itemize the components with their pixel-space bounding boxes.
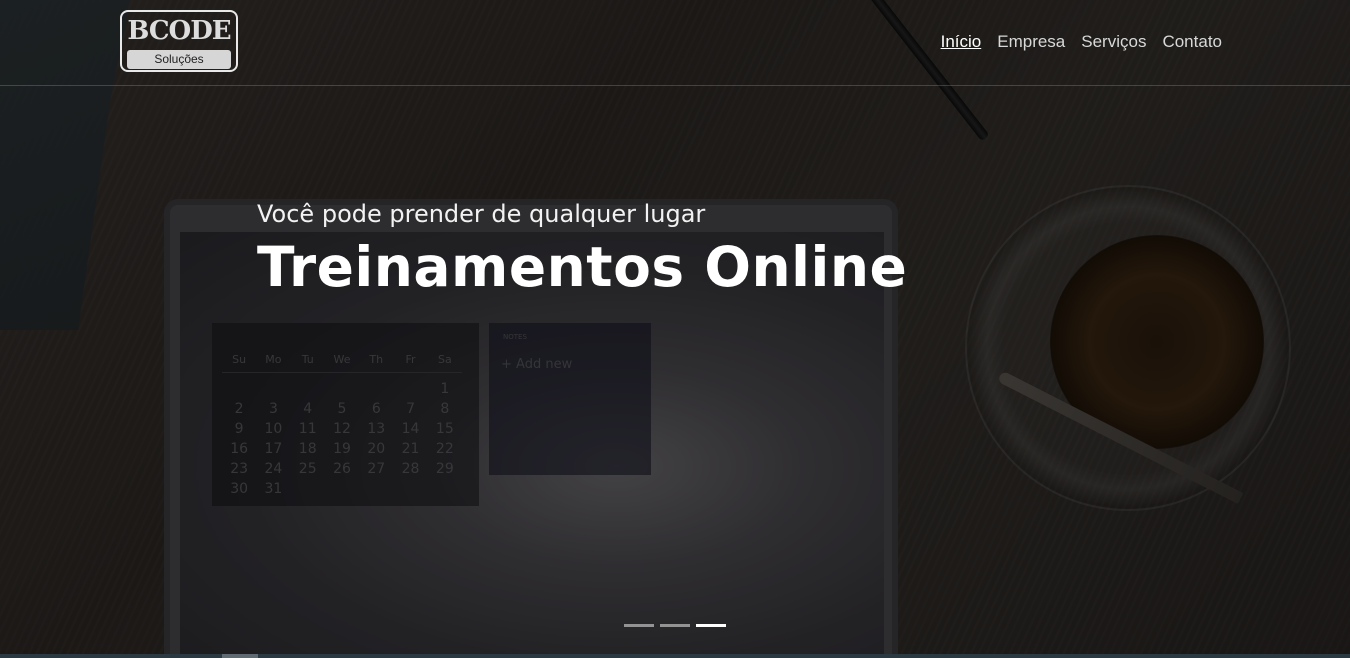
dark-overlay xyxy=(0,0,1350,658)
site-header: BCODE Soluções Início Empresa Serviços C… xyxy=(0,0,1350,86)
carousel-indicator-2[interactable] xyxy=(660,624,690,627)
carousel-indicator-1[interactable] xyxy=(624,624,654,627)
nav-item-servicos[interactable]: Serviços xyxy=(1081,32,1146,52)
hero-title: Treinamentos Online xyxy=(257,235,908,299)
logo-subtitle: Soluções xyxy=(127,50,231,69)
brand-logo[interactable]: BCODE Soluções xyxy=(120,10,238,72)
hero-caption: Você pode prender de qualquer lugar Trei… xyxy=(257,196,907,302)
main-nav: Início Empresa Serviços Contato xyxy=(941,32,1222,52)
horizontal-scrollbar[interactable] xyxy=(0,654,1350,658)
nav-item-contato[interactable]: Contato xyxy=(1162,32,1222,52)
nav-item-empresa[interactable]: Empresa xyxy=(997,32,1065,52)
hero-subtitle: Você pode prender de qualquer lugar xyxy=(257,200,706,228)
nav-item-inicio[interactable]: Início xyxy=(941,32,982,52)
carousel-indicator-3[interactable] xyxy=(696,624,726,627)
page: Su Mo Tu We Th Fr Sa 1 2 3 4 5 6 7 8 9 10 11 12 13 14 15 16 17… xyxy=(0,0,1350,658)
scrollbar-thumb[interactable] xyxy=(222,654,258,658)
carousel-indicators xyxy=(624,624,726,627)
logo-text: BCODE xyxy=(127,16,231,46)
